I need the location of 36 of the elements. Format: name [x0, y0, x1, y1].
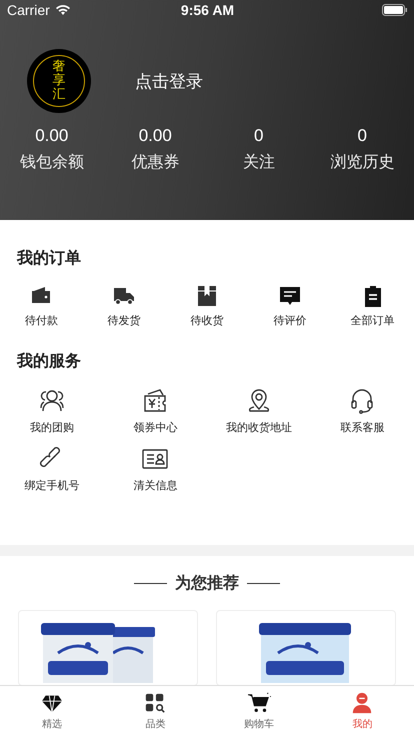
menu-item-label[interactable]: 领券中心	[133, 420, 178, 435]
wifi-icon	[54, 4, 71, 16]
tab-bar-item[interactable]: 购物车	[207, 686, 310, 736]
menu-item-label[interactable]: 待收货	[190, 313, 224, 328]
section-title: 为您推荐	[175, 573, 239, 594]
menu-item-label[interactable]: 全部订单	[350, 313, 395, 328]
cart-icon	[246, 692, 271, 714]
menu-item-label[interactable]: 清关信息	[133, 478, 178, 493]
menu-item-label[interactable]: 待付款	[24, 313, 58, 328]
menu-item-label[interactable]: 待发货	[108, 313, 141, 328]
login-link[interactable]: 点击登录	[135, 70, 203, 92]
battery-icon	[382, 4, 408, 16]
category-grid-icon	[144, 692, 166, 714]
stat-label[interactable]: 优惠券	[131, 152, 180, 173]
stat-label[interactable]: 关注	[242, 152, 275, 173]
menu-item-label[interactable]: 待评价	[273, 313, 306, 328]
tab-bar-item[interactable]: 精选	[0, 686, 104, 736]
menu-item-label[interactable]: 绑定手机号	[24, 478, 80, 493]
menu-item-label[interactable]: 我的团购	[30, 420, 74, 435]
stat-value: 0	[358, 126, 367, 146]
stat-value: 0.00	[35, 126, 68, 146]
tab-bar-item[interactable]: 我的	[310, 686, 414, 736]
section-title: 我的服务	[16, 350, 82, 372]
section-title: 我的订单	[16, 247, 82, 269]
menu-item-label[interactable]: 联系客服	[340, 420, 384, 435]
logo-avatar[interactable]: 奢享汇	[27, 49, 91, 113]
status-time: 9:56 AM	[180, 2, 236, 18]
logo-text: 奢享汇	[52, 60, 66, 102]
stat-value: 0.00	[138, 126, 172, 146]
tab-bar-item[interactable]: 品类	[104, 686, 207, 736]
stat-label[interactable]: 浏览历史	[330, 152, 394, 173]
menu-item-label[interactable]: 我的收货地址	[226, 420, 292, 435]
stat-value: 0	[254, 126, 264, 146]
stat-label[interactable]: 钱包余额	[20, 152, 84, 173]
carrier-label: Carrier	[7, 2, 50, 18]
person-icon	[351, 692, 374, 714]
